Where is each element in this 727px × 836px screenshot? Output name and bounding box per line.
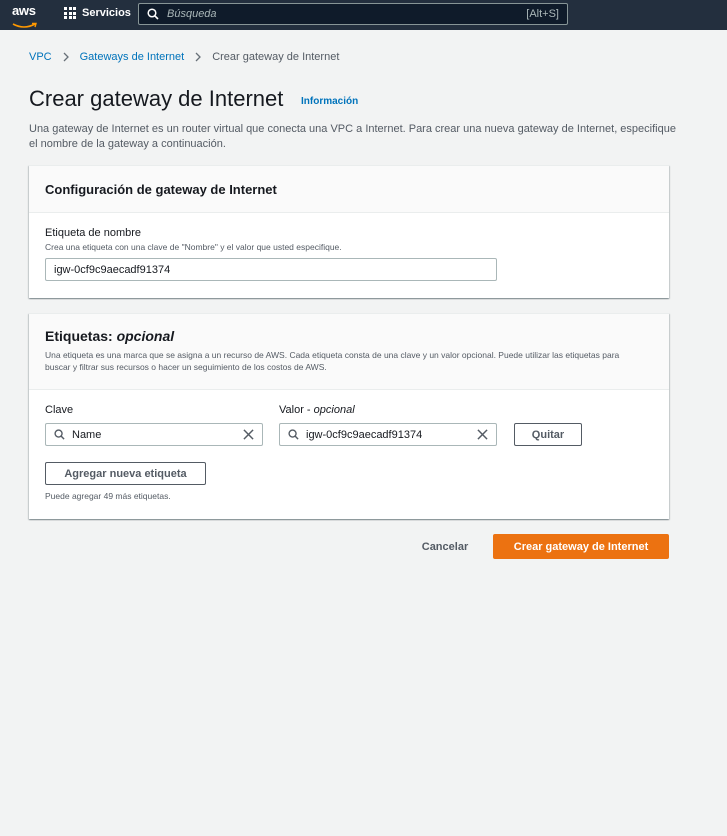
close-icon <box>477 429 488 440</box>
tags-description: Una etiqueta es una marca que se asigna … <box>45 350 620 372</box>
page-title: Crear gateway de Internet <box>29 86 284 111</box>
services-grid-icon <box>64 7 76 19</box>
info-link[interactable]: Información <box>301 96 358 107</box>
aws-logo-text: aws <box>12 3 36 18</box>
tags-title-text: Etiquetas: <box>45 328 113 344</box>
close-icon <box>243 429 254 440</box>
create-internet-gateway-button[interactable]: Crear gateway de Internet <box>493 534 669 559</box>
top-navigation: aws Servicios [Alt+S] <box>0 0 727 30</box>
tag-value-label-optional: opcional <box>313 404 355 416</box>
services-menu-button[interactable]: Servicios <box>64 7 131 19</box>
gateway-config-title: Configuración de gateway de Internet <box>45 181 277 197</box>
clear-key-button[interactable] <box>243 429 254 440</box>
search-icon <box>54 429 65 440</box>
breadcrumb: VPC Gateways de Internet Crear gateway d… <box>29 51 339 63</box>
name-tag-description: Crea una etiqueta con una clave de "Nomb… <box>45 242 342 252</box>
breadcrumb-link-vpc[interactable]: VPC <box>29 51 52 63</box>
tag-value-label: Valor - opcional <box>279 404 355 416</box>
page-description: Una gateway de Internet es un router vir… <box>29 123 676 150</box>
aws-logo[interactable]: aws <box>12 3 38 28</box>
add-new-tag-button[interactable]: Agregar nueva etiqueta <box>45 462 206 485</box>
clear-value-button[interactable] <box>477 429 488 440</box>
name-tag-input[interactable] <box>45 258 497 281</box>
tags-title-optional: opcional <box>116 328 175 344</box>
gateway-config-panel-header: Configuración de gateway de Internet <box>29 166 669 213</box>
tags-panel-header: Etiquetas: opcional Una etiqueta es una … <box>29 314 669 390</box>
search-shortcut-hint: [Alt+S] <box>526 8 559 20</box>
global-search-bar[interactable]: [Alt+S] <box>138 3 568 25</box>
name-tag-label: Etiqueta de nombre <box>45 227 142 239</box>
breadcrumb-chevron-icon <box>63 52 69 62</box>
tag-limit-note: Puede agregar 49 más etiquetas. <box>45 491 171 501</box>
global-search-input[interactable] <box>167 8 527 20</box>
cancel-button[interactable]: Cancelar <box>410 535 480 558</box>
search-icon <box>147 8 159 20</box>
breadcrumb-chevron-icon <box>195 52 202 62</box>
tag-value-label-text: Valor - <box>279 404 311 416</box>
remove-tag-button[interactable]: Quitar <box>514 423 582 446</box>
search-icon <box>288 429 299 440</box>
aws-smile-icon <box>12 22 37 28</box>
gateway-config-panel: Configuración de gateway de Internet Eti… <box>29 165 669 298</box>
tag-value-input[interactable] <box>299 428 477 441</box>
tag-value-field[interactable] <box>279 423 497 446</box>
tags-panel: Etiquetas: opcional Una etiqueta es una … <box>29 313 669 519</box>
tag-key-label: Clave <box>45 404 74 416</box>
breadcrumb-link-internet-gateways[interactable]: Gateways de Internet <box>80 51 185 63</box>
tags-title: Etiquetas: opcional <box>45 328 653 344</box>
services-label: Servicios <box>82 7 131 19</box>
tag-key-field[interactable] <box>45 423 263 446</box>
tag-key-input[interactable] <box>65 428 243 441</box>
breadcrumb-current: Crear gateway de Internet <box>212 51 340 63</box>
